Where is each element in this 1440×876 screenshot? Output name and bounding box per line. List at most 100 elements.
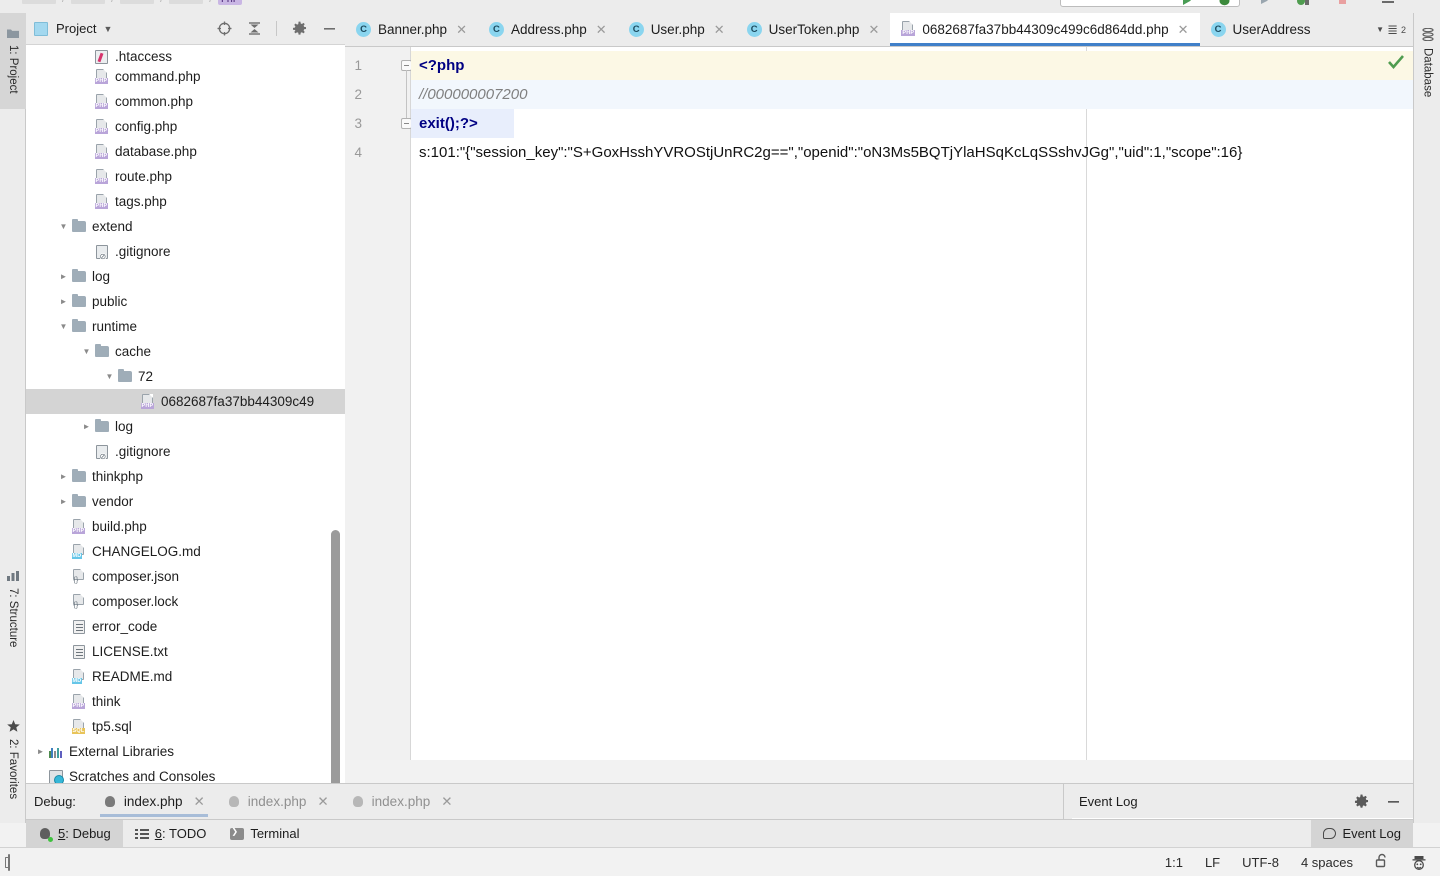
tree-row[interactable]: {} composer.lock [26,589,345,614]
debug-session-tab[interactable]: index.php ✕ [216,784,340,820]
tree-row[interactable]: MD CHANGELOG.md [26,539,345,564]
chevron-right-icon[interactable]: ► [34,745,47,758]
debug-icon[interactable] [1218,0,1231,6]
tree-row[interactable]: ► log [26,264,345,289]
tree-row[interactable]: PHP command.php [26,64,345,89]
tree-row[interactable]: ► External Libraries [26,739,345,764]
code-editor[interactable]: 1 2 3 4 <?php //000000007200 exit();?> s:101:"… [345,47,1413,760]
editor-tab[interactable]: C Address.php ✕ [478,13,618,46]
minimize-icon[interactable] [321,21,337,37]
chevron-right-icon[interactable]: ► [80,420,93,433]
editor-tab-bar[interactable]: C Banner.php ✕ C Address.php ✕ C User.php ✕ C User… [345,13,1413,47]
collapse-all-icon[interactable] [246,21,262,37]
project-tree[interactable]: .htaccess PHP command.php PHP common.php PHP c… [26,45,345,783]
chevron-right-icon[interactable]: ► [57,270,70,283]
attach-debugger-icon[interactable] [1296,0,1309,5]
tree-row[interactable]: ► thinkphp [26,464,345,489]
tree-row[interactable]: ► vendor [26,489,345,514]
chevron-down-icon[interactable]: ▼ [103,370,116,383]
chevron-right-icon[interactable]: ► [57,470,70,483]
sidebar-item-structure[interactable]: 7: Structure [0,555,26,663]
file-encoding[interactable]: UTF-8 [1242,855,1279,870]
tool-button-event-log[interactable]: Event Log [1311,819,1413,848]
chevron-down-icon[interactable]: ▼ [57,220,70,233]
code-line[interactable]: exit();?> [411,109,514,138]
sidebar-item-project[interactable]: 1: Project [0,13,26,109]
minimize-window-icon[interactable] [1380,0,1394,5]
tree-row[interactable]: MD README.md [26,664,345,689]
debug-session-tab-active[interactable]: index.php ✕ [92,784,216,820]
line-separator[interactable]: LF [1205,855,1220,870]
code-line[interactable]: //000000007200 [411,80,1413,109]
tree-row[interactable]: PHP think [26,689,345,714]
tree-row[interactable]: ▼ cache [26,339,345,364]
close-icon[interactable]: ✕ [193,794,204,810]
tree-row[interactable]: ▼ runtime [26,314,345,339]
tree-row[interactable]: PHP config.php [26,114,345,139]
tree-row[interactable]: .htaccess [26,45,345,64]
breadcrumb-segment[interactable] [120,0,155,4]
chevron-down-icon[interactable]: ▼ [57,320,70,333]
tree-row[interactable]: PHP tags.php [26,189,345,214]
php-interpreter-chip[interactable]: PHP [218,0,242,5]
tree-row[interactable]: Scratches and Consoles [26,764,345,783]
run-icon[interactable] [1180,0,1193,5]
tree-row-selected[interactable]: PHP 0682687fa37bb44309c49 [26,389,345,414]
chevron-right-icon[interactable]: ► [57,295,70,308]
chevron-down-icon[interactable]: ▼ [80,345,93,358]
tool-button-todo[interactable]: 6: TODO [123,820,219,848]
tool-button-debug[interactable]: 5: Debug [26,819,123,848]
tree-row[interactable]: error_code [26,614,345,639]
tree-row[interactable]: .gitignore [26,439,345,464]
chevron-down-icon[interactable]: ▼ [103,24,112,34]
breadcrumb-segment[interactable] [22,0,56,4]
code-line[interactable]: <?php [411,51,1413,80]
editor-tab-active[interactable]: PHP 0682687fa37bb44309c499c6d864dd.php ✕ [890,13,1200,46]
unlocked-padlock-icon[interactable] [1375,853,1389,871]
sidebar-item-database[interactable]: Database [1414,13,1440,113]
tree-row[interactable]: ► log [26,414,345,439]
editor-tab[interactable]: C User.php ✕ [618,13,736,46]
close-icon[interactable]: ✕ [868,22,879,38]
breadcrumb-segment[interactable] [71,0,106,4]
close-icon[interactable]: ✕ [456,22,467,38]
tree-row[interactable]: ► public [26,289,345,314]
green-check-icon[interactable] [1387,54,1405,75]
editor-gutter[interactable]: 1 2 3 4 [345,47,412,760]
indent-setting[interactable]: 4 spaces [1301,855,1353,870]
editor-tab[interactable]: C Banner.php ✕ [345,13,478,46]
minimize-icon[interactable] [1385,793,1401,809]
tree-row[interactable]: SQL tp5.sql [26,714,345,739]
tree-row[interactable]: ▼ 72 [26,364,345,389]
gear-icon[interactable] [291,21,307,37]
close-icon[interactable]: ✕ [317,794,328,810]
tree-row[interactable]: ▼ extend [26,214,345,239]
chevron-right-icon[interactable]: ► [57,495,70,508]
status-window-toggle[interactable] [0,853,10,871]
tree-row[interactable]: PHP common.php [26,89,345,114]
tree-row[interactable]: PHP route.php [26,164,345,189]
tool-button-terminal[interactable]: Terminal [218,820,311,848]
tree-row[interactable]: PHP build.php [26,514,345,539]
tree-row[interactable]: {} composer.json [26,564,345,589]
caret-position[interactable]: 1:1 [1165,855,1183,870]
sidebar-item-favorites[interactable]: 2: Favorites [0,705,26,815]
debug-session-tab[interactable]: index.php ✕ [340,784,464,820]
run-configuration-selector[interactable] [1060,0,1240,7]
close-icon[interactable]: ✕ [714,22,725,38]
editor-code-area[interactable]: <?php //000000007200 exit();?> s:101:"{"ses… [411,47,1413,760]
locate-icon[interactable] [216,21,232,37]
close-icon[interactable]: ✕ [1178,22,1189,38]
step-over-icon[interactable] [1258,0,1271,5]
tab-list-icon[interactable]: ≣ [1387,22,1398,38]
tree-row[interactable]: PHP database.php [26,139,345,164]
tree-row[interactable]: LICENSE.txt [26,639,345,664]
stop-icon[interactable] [1336,0,1349,5]
chevron-down-icon[interactable]: ▼ [1376,25,1384,34]
breadcrumb-segment[interactable] [169,0,204,4]
editor-tab-overflow[interactable]: ▼ ≣ 2 [1369,13,1413,46]
close-icon[interactable]: ✕ [441,794,452,810]
editor-tab[interactable]: C UserToken.php ✕ [736,13,891,46]
code-line[interactable]: s:101:"{"session_key":"S+GoxHsshYVROStjU… [411,138,1413,167]
project-tree-scrollbar[interactable] [327,45,344,788]
